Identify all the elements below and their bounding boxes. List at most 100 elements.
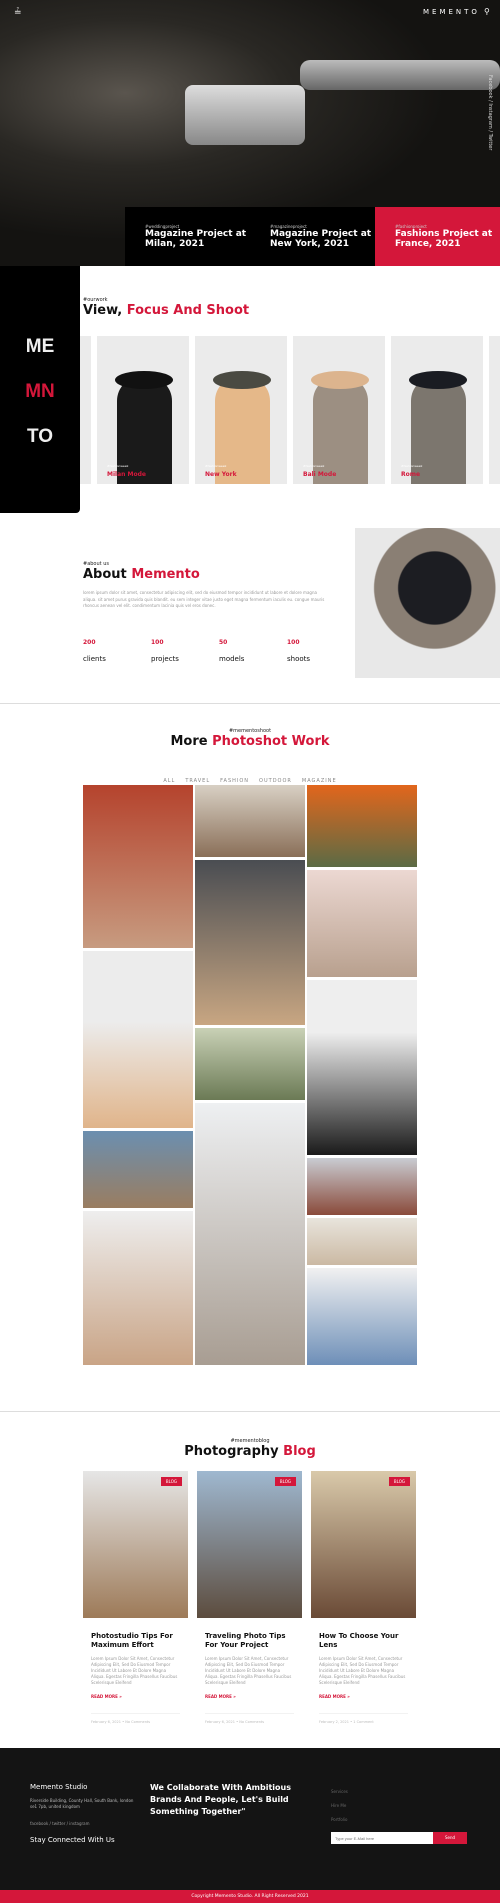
read-more-link[interactable]: READ MORE » [319, 1694, 408, 1699]
footer-address: Riverside Building, County Hall, South B… [30, 1798, 134, 1809]
logo-text: TO [26, 426, 54, 447]
social-links[interactable]: Facebook / Instagram / Twitter [487, 75, 493, 150]
blog-card[interactable]: BLOG How To Choose Your Lens Lorem Ipsum D… [311, 1471, 416, 1724]
blog-badge: BLOG [274, 1477, 296, 1486]
brand-name[interactable]: MEMENTO [423, 8, 480, 16]
email-input[interactable] [331, 1832, 433, 1844]
filter-travel[interactable]: TRAVEL [185, 778, 210, 784]
stat: 50 models [219, 639, 244, 665]
card-tag: #fashionweek [107, 464, 129, 468]
blog-card[interactable]: BLOG Photostudio Tips For Maximum Effort L… [83, 1471, 188, 1724]
gallery-photo[interactable] [195, 1103, 305, 1365]
project-item[interactable]: #magazineproject Magazine Project at New … [250, 207, 375, 266]
blog-badge: BLOG [388, 1477, 410, 1486]
title-accent: Blog [283, 1444, 316, 1459]
divider [0, 1411, 500, 1412]
gallery-photo[interactable] [307, 1158, 417, 1215]
stat-label: models [219, 655, 245, 663]
copyright: Copyright Memento Studio. All Right Rese… [0, 1890, 500, 1903]
gallery-photo[interactable] [307, 1218, 417, 1265]
project-item[interactable]: #weddingproject Magazine Project at Milan… [125, 207, 250, 266]
section-title: View, Focus And Shoot [83, 303, 249, 318]
gallery-photo[interactable] [195, 785, 305, 857]
carousel-card-partial[interactable] [80, 336, 91, 484]
title-part: Photography [184, 1444, 279, 1459]
footer-social[interactable]: facebook / twitter / instagram [30, 1821, 90, 1826]
filter-all[interactable]: ALL [163, 778, 175, 784]
title-part: View, [83, 303, 123, 318]
gallery-photo[interactable] [307, 980, 417, 1155]
carousel-card-partial[interactable] [489, 336, 500, 484]
gallery-photo[interactable] [307, 870, 417, 977]
gallery-photo[interactable] [83, 1211, 193, 1365]
card-tag: #fashionweek [303, 464, 325, 468]
blog-card[interactable]: BLOG Traveling Photo Tips For Your Projec… [197, 1471, 302, 1724]
project-title: Magazine Project at Milan, 2021 [145, 229, 247, 249]
logo-text: MN [25, 381, 55, 402]
hero-light-stand [300, 60, 500, 90]
stat-value: 50 [219, 639, 228, 646]
gallery-photo[interactable] [195, 1028, 305, 1100]
blog-title[interactable]: How To Choose Your Lens [319, 1632, 408, 1650]
stat: 100 projects [151, 639, 179, 665]
filter-fashion[interactable]: FASHION [220, 778, 249, 784]
search-icon[interactable]: ⚲ [484, 7, 490, 16]
double-chevron-icon[interactable]: ≟ [14, 8, 22, 18]
divider [0, 703, 500, 704]
read-more-link[interactable]: READ MORE » [205, 1694, 294, 1699]
filter-magazine[interactable]: MAGAZINE [302, 778, 337, 784]
blog-meta: February 2, 2021 • 1 Comment [319, 1713, 408, 1724]
card-label: Rome [401, 471, 421, 478]
footer-studio: Memento Studio [30, 1783, 88, 1791]
stat: 200 clients [83, 639, 106, 665]
stat-value: 100 [151, 639, 164, 646]
blog-meta: February 6, 2021 • No Comments [91, 1713, 180, 1724]
stat-label: clients [83, 655, 106, 663]
filter-outdoor[interactable]: OUTDOOR [259, 778, 292, 784]
gallery-photo[interactable] [83, 785, 193, 948]
blog-image[interactable]: BLOG [83, 1471, 188, 1618]
hero-studio-light [185, 85, 305, 145]
title-accent: Memento [131, 567, 200, 582]
footer-link-portfolio[interactable]: Portfolio [331, 1817, 347, 1822]
carousel-card[interactable]: #fashionweek New York [195, 336, 287, 484]
about-image [355, 528, 500, 678]
footer: Memento Studio Riverside Building, Count… [0, 1748, 500, 1890]
blog-badge: BLOG [160, 1477, 182, 1486]
project-item-active[interactable]: #fashionproject Fashions Project at Franc… [375, 207, 500, 266]
card-label: New York [205, 471, 237, 478]
card-tag: #fashionweek [401, 464, 423, 468]
title-part: About [83, 567, 127, 582]
footer-link-services[interactable]: Services [331, 1789, 348, 1794]
blog-image[interactable]: BLOG [197, 1471, 302, 1618]
gallery-photo[interactable] [307, 1268, 417, 1365]
blog-title[interactable]: Traveling Photo Tips For Your Project [205, 1632, 294, 1650]
title-part: More [170, 734, 208, 749]
gallery-photo[interactable] [83, 951, 193, 1128]
carousel-card[interactable]: #fashionweek Rome [391, 336, 483, 484]
footer-quote: We Collaborate With Ambitious Brands And… [150, 1783, 291, 1816]
footer-stay: Stay Connected With Us [30, 1836, 115, 1844]
stat: 100 shoots [287, 639, 310, 665]
send-button[interactable]: Send [433, 1832, 467, 1844]
logo-text: ME [25, 336, 55, 357]
blog-excerpt: Lorem Ipsum Dolor Sit Amet, Consectetur … [319, 1656, 406, 1685]
footer-link-hire[interactable]: Hire Me [331, 1803, 346, 1808]
card-label: Bali Mode [303, 471, 337, 478]
gallery-photo[interactable] [195, 860, 305, 1025]
filter-tabs: ALL TRAVEL FASHION OUTDOOR MAGAZINE [0, 767, 500, 786]
read-more-link[interactable]: READ MORE » [91, 1694, 180, 1699]
blog-title[interactable]: Photostudio Tips For Maximum Effort [91, 1632, 180, 1650]
project-title: Fashions Project at France, 2021 [395, 229, 493, 249]
gallery-photo[interactable] [83, 1131, 193, 1208]
title-accent: Photoshot Work [212, 734, 330, 749]
gallery-photo[interactable] [307, 785, 417, 867]
carousel-card[interactable]: #fashionweek Milan Mode [97, 336, 189, 484]
title-accent: Focus And Shoot [126, 303, 250, 318]
carousel-card[interactable]: #fashionweek Bali Mode [293, 336, 385, 484]
card-tag: #fashionweek [205, 464, 227, 468]
card-label: Milan Mode [107, 471, 146, 478]
blog-image[interactable]: BLOG [311, 1471, 416, 1618]
blog-excerpt: Lorem Ipsum Dolor Sit Amet, Consectetur … [205, 1656, 292, 1685]
side-logo: ME MN TO [0, 266, 80, 513]
